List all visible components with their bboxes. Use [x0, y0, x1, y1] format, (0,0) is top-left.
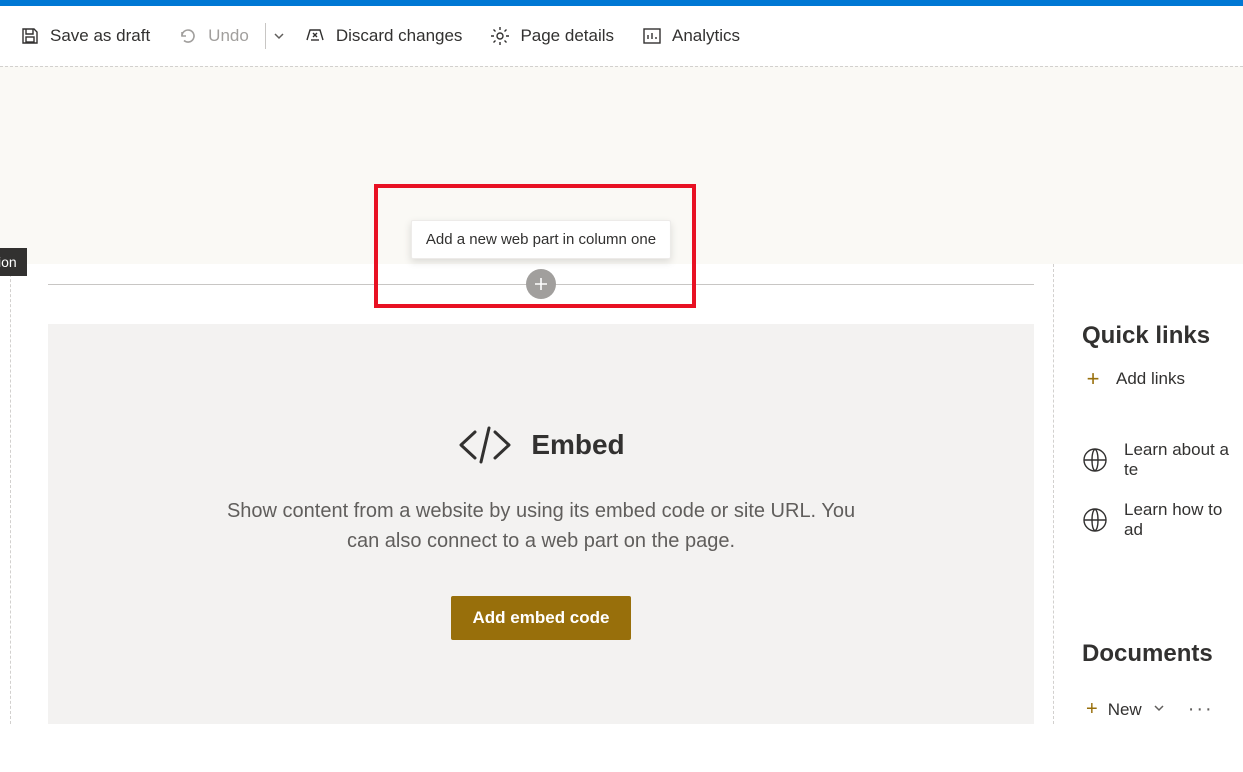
add-web-part-zone: Add a new web part in column one: [48, 264, 1054, 324]
save-icon: [20, 26, 40, 46]
documents-new-label: New: [1108, 700, 1142, 720]
analytics-label: Analytics: [672, 26, 740, 46]
plus-icon: +: [1086, 698, 1098, 721]
page-details-button[interactable]: Page details: [476, 14, 628, 58]
quick-links-heading: Quick links: [1082, 322, 1243, 350]
chevron-down-icon: [1154, 703, 1164, 716]
embed-description: Show content from a website by using its…: [221, 496, 861, 556]
side-column: Quick links + Add links Learn about a te…: [1054, 264, 1243, 724]
documents-heading: Documents: [1082, 640, 1243, 668]
embed-title: Embed: [531, 429, 624, 461]
quick-link-label: Learn about a te: [1124, 440, 1243, 480]
undo-dropdown-chevron[interactable]: [268, 14, 290, 58]
save-as-draft-label: Save as draft: [50, 26, 150, 46]
undo-label: Undo: [208, 26, 249, 46]
plus-icon: +: [1082, 366, 1104, 392]
documents-more-button[interactable]: ···: [1188, 698, 1214, 721]
gear-icon: [490, 26, 510, 46]
toolbar-separator: [265, 23, 266, 49]
add-links-button[interactable]: + Add links: [1082, 366, 1243, 392]
embed-web-part-placeholder: Embed Show content from a website by usi…: [48, 324, 1034, 724]
quick-link-label: Learn how to ad: [1124, 500, 1243, 540]
discard-icon: [304, 25, 326, 47]
content-row: Section Add a new web part in column one: [0, 264, 1243, 724]
quick-link-item[interactable]: Learn about a te: [1082, 430, 1243, 490]
globe-icon: [1082, 447, 1108, 473]
save-as-draft-button[interactable]: Save as draft: [6, 14, 164, 58]
undo-button[interactable]: Undo: [164, 14, 263, 58]
discard-changes-label: Discard changes: [336, 26, 463, 46]
add-web-part-tooltip: Add a new web part in column one: [411, 220, 671, 259]
quick-link-item[interactable]: Learn how to ad: [1082, 490, 1243, 550]
add-web-part-button[interactable]: Add a new web part in column one: [526, 269, 556, 299]
add-links-label: Add links: [1116, 369, 1185, 389]
main-column: Section Add a new web part in column one: [0, 264, 1054, 724]
add-embed-code-button[interactable]: Add embed code: [451, 596, 632, 640]
section-tag-label: Section: [0, 254, 17, 270]
command-bar: Save as draft Undo Discard changes Page …: [0, 6, 1243, 66]
plus-icon: [534, 277, 548, 291]
page-details-label: Page details: [520, 26, 614, 46]
discard-changes-button[interactable]: Discard changes: [290, 14, 477, 58]
section-tag[interactable]: Section: [0, 248, 27, 276]
documents-new-button[interactable]: + New ···: [1082, 698, 1243, 721]
analytics-button[interactable]: Analytics: [628, 14, 754, 58]
code-icon: [457, 424, 513, 466]
add-embed-code-label: Add embed code: [473, 608, 610, 627]
analytics-icon: [642, 26, 662, 46]
undo-icon: [178, 26, 198, 46]
embed-header: Embed: [457, 424, 624, 466]
globe-icon: [1082, 507, 1108, 533]
tooltip-text: Add a new web part in column one: [426, 231, 656, 248]
